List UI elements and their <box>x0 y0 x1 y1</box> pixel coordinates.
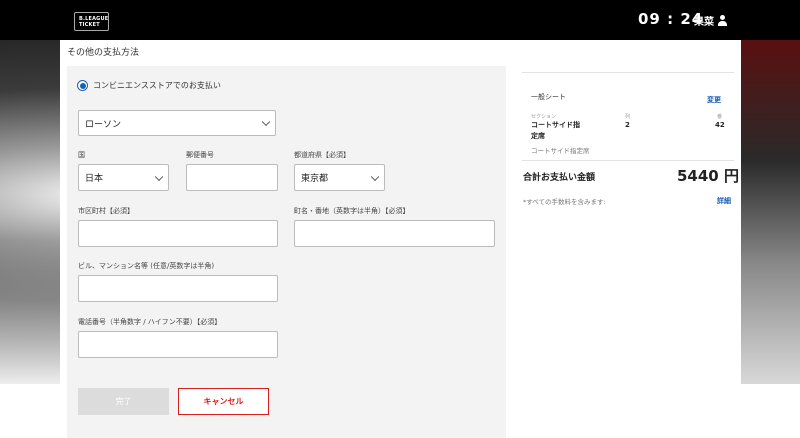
seat-subtitle: コートサイド指定席 <box>531 147 590 155</box>
street-input[interactable] <box>294 220 495 247</box>
prefecture-select-value: 東京都 <box>301 174 329 184</box>
convenience-store-option-label: コンビニエンスストアでのお支払い <box>93 81 221 90</box>
payment-form: コンビニエンスストアでのお支払い ローソン 国 日本 郵便番号 都道府県【必須】… <box>67 66 506 438</box>
logo-line2: TICKET <box>79 21 100 28</box>
user-menu[interactable]: 果菜 <box>694 13 728 28</box>
seat-header: 番 <box>717 114 723 120</box>
convenience-store-option[interactable]: コンビニエンスストアでのお支払い <box>77 80 221 91</box>
store-select[interactable]: ローソン <box>78 110 276 136</box>
section-value: コートサイド指 定席 <box>531 120 580 142</box>
bleague-ticket-logo[interactable]: B.LEAGUE TICKET <box>74 12 109 31</box>
payment-panel: その他の支払方法 コンビニエンスストアでのお支払い ローソン 国 日本 郵便番号… <box>60 40 741 438</box>
background-photo-right <box>740 40 800 384</box>
section-value-line2: 定席 <box>531 132 545 140</box>
section-header: セクション <box>531 114 557 120</box>
city-input[interactable] <box>78 220 278 247</box>
building-label: ビル、マンション名等 (任意/英数字は半角) <box>78 262 215 270</box>
postal-code-label: 郵便番号 <box>186 151 214 159</box>
top-bar: B.LEAGUE TICKET 09 : 24 果菜 <box>0 0 800 40</box>
cancel-button[interactable]: キャンセル <box>178 388 269 415</box>
row-value: 2 <box>625 121 630 129</box>
user-icon <box>717 15 728 26</box>
prefecture-label: 都道府県【必須】 <box>294 151 350 159</box>
fee-note: *すべての手数料を含みます: <box>523 198 606 206</box>
total-amount: 5440 円 <box>677 167 739 185</box>
done-button[interactable]: 完了 <box>78 388 169 415</box>
row-header: 列 <box>625 114 631 120</box>
section-value-line1: コートサイド指 <box>531 121 580 129</box>
order-summary: 一般シート 変更 セクション 列 番 コートサイド指 定席 2 42 コートサイ… <box>522 72 739 206</box>
detail-link[interactable]: 詳細 <box>717 196 731 206</box>
seat-type: 一般シート <box>531 93 566 101</box>
phone-label: 電話番号（半角数字 / ハイフン不要）【必須】 <box>78 318 222 326</box>
user-name: 果菜 <box>694 17 714 28</box>
country-label: 国 <box>78 151 85 159</box>
divider <box>522 160 734 161</box>
postal-code-input[interactable] <box>186 164 278 191</box>
building-input[interactable] <box>78 275 278 302</box>
chevron-down-icon <box>261 117 271 127</box>
total-label: 合計お支払い金額 <box>523 173 596 183</box>
logo-line1: B.LEAGUE <box>79 15 109 22</box>
background-fade <box>0 240 60 384</box>
phone-input[interactable] <box>78 331 278 358</box>
logo-text: B.LEAGUE TICKET <box>79 16 108 28</box>
chevron-down-icon <box>154 172 164 181</box>
city-label: 市区町村【必須】 <box>78 207 134 215</box>
seat-value: 42 <box>715 121 725 129</box>
store-select-value: ローソン <box>85 119 122 130</box>
page-title: その他の支払方法 <box>67 48 140 58</box>
change-link[interactable]: 変更 <box>707 95 721 105</box>
country-select-value: 日本 <box>85 174 104 184</box>
prefecture-select[interactable]: 東京都 <box>294 164 385 191</box>
chevron-down-icon <box>370 172 380 181</box>
country-select[interactable]: 日本 <box>78 164 169 191</box>
street-label: 町名・番地（英数字は半角）【必須】 <box>294 207 410 215</box>
radio-selected-icon[interactable] <box>77 80 88 91</box>
